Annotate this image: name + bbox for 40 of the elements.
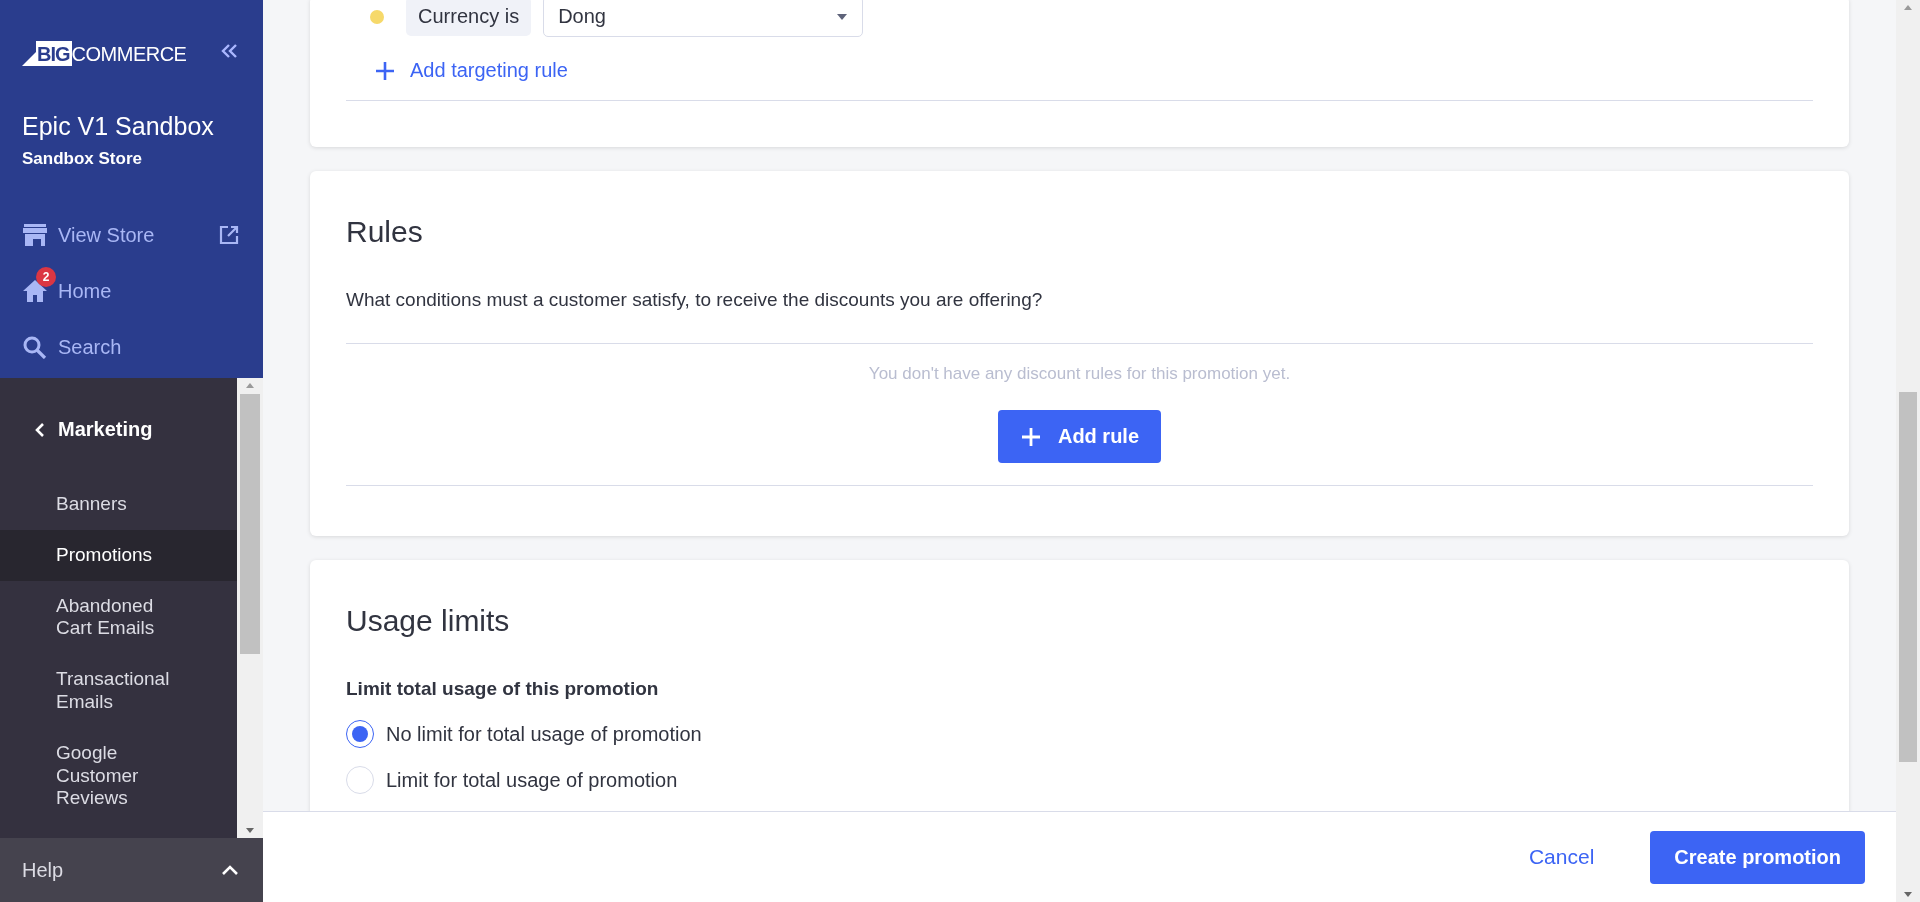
scrollbar[interactable] bbox=[1896, 0, 1920, 902]
section-title: Rules bbox=[346, 215, 424, 249]
status-dot-icon bbox=[370, 9, 384, 24]
chevron-up-icon bbox=[221, 864, 239, 876]
scrollbar[interactable] bbox=[237, 378, 263, 838]
menu-item[interactable]: Abandoned Cart Emails bbox=[0, 580, 188, 655]
section-description: What conditions must a customer satisfy, to receive the discounts you are offering? bbox=[346, 289, 1044, 311]
section-title: Usage limits bbox=[346, 604, 511, 638]
help-menu[interactable]: Help bbox=[0, 838, 263, 902]
store-type: Sandbox Store bbox=[22, 149, 143, 169]
search-icon bbox=[22, 335, 48, 359]
nav-link[interactable]: Search bbox=[58, 335, 239, 359]
add-targeting-rule-link[interactable]: Add targeting rule bbox=[374, 59, 568, 82]
menu-item[interactable]: Transactional Emails bbox=[0, 654, 188, 728]
external-link-icon[interactable] bbox=[219, 225, 239, 245]
currency-select[interactable]: Dong bbox=[543, 0, 864, 37]
plus-icon bbox=[374, 59, 396, 82]
menu-item[interactable]: Promotions bbox=[0, 529, 237, 581]
storefront-icon bbox=[22, 223, 48, 247]
home-icon bbox=[22, 279, 48, 303]
plus-icon bbox=[1019, 425, 1042, 448]
empty-state-text: You don't have any discount rules for this promotion yet. bbox=[867, 364, 1292, 384]
logo[interactable]: BIGCOMMERCE bbox=[22, 36, 187, 66]
nav-link[interactable]: Home bbox=[58, 279, 239, 303]
radio-label: No limit for total usage of promotion bbox=[386, 722, 702, 746]
chevron-left-icon bbox=[34, 421, 46, 438]
create-promotion-button[interactable]: Create promotion bbox=[1650, 830, 1865, 884]
radio-label: Limit for total usage of promotion bbox=[386, 768, 678, 792]
store-name: Epic V1 Sandbox bbox=[22, 112, 215, 141]
caret-down-icon bbox=[836, 12, 849, 21]
nav-link[interactable]: View Store bbox=[58, 223, 209, 247]
collapse-sidebar-icon[interactable] bbox=[221, 43, 239, 59]
condition-label: Currency is bbox=[406, 0, 532, 36]
notification-badge: 2 bbox=[36, 267, 56, 287]
menu-item[interactable]: Banners bbox=[0, 479, 188, 530]
add-rule-button[interactable]: Add rule bbox=[997, 410, 1162, 463]
cancel-button[interactable]: Cancel bbox=[1522, 844, 1601, 870]
menu-item[interactable]: Google Customer Reviews bbox=[0, 727, 188, 825]
field-label: Limit total usage of this promotion bbox=[346, 678, 660, 700]
back-to-marketing-link[interactable]: Marketing bbox=[0, 418, 237, 441]
